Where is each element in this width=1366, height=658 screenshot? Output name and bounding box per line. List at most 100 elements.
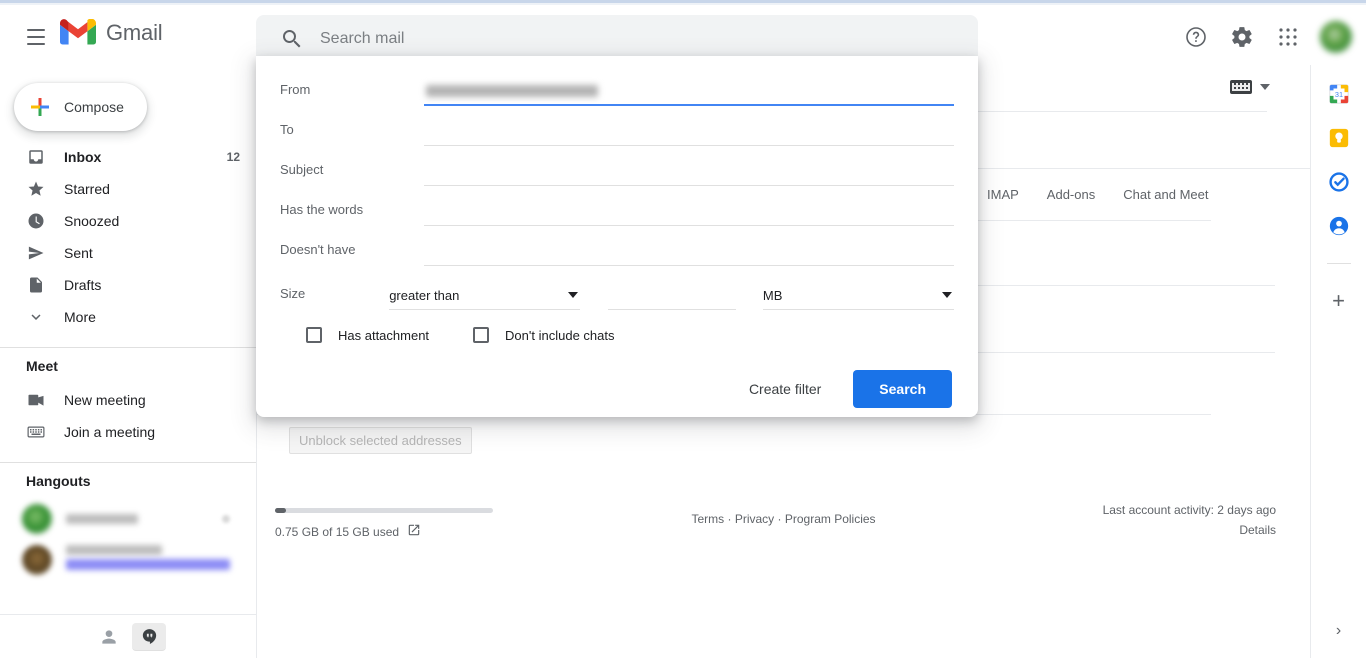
dont-include-chats-label: Don't include chats <box>505 327 615 343</box>
meet-section-title: Meet <box>26 358 58 374</box>
field-label-has-words: Has the words <box>280 202 364 217</box>
gmail-logo[interactable]: Gmail <box>60 19 163 47</box>
gear-icon[interactable] <box>1222 17 1262 57</box>
details-link[interactable]: Details <box>1103 520 1276 540</box>
chevron-down-icon <box>26 307 46 327</box>
search-field-row-has-words: Has the words <box>280 186 954 226</box>
field-label-doesnt-have: Doesn't have <box>280 242 356 257</box>
search-button[interactable]: Search <box>853 370 952 408</box>
hangouts-contact[interactable] <box>0 539 256 591</box>
sidebar-item-starred[interactable]: Starred <box>0 173 256 205</box>
google-keep-icon[interactable] <box>1328 127 1350 149</box>
dont-include-chats-checkbox[interactable]: Don't include chats <box>473 327 614 343</box>
expand-panel-icon[interactable]: › <box>1336 622 1341 640</box>
size-unit-select[interactable]: MB <box>762 282 954 310</box>
has-words-input[interactable] <box>424 203 954 226</box>
sidebar-item-snoozed[interactable]: Snoozed <box>0 205 256 237</box>
hangouts-section-title: Hangouts <box>26 473 91 489</box>
avatar[interactable] <box>1320 21 1352 53</box>
video-camera-icon <box>26 390 46 410</box>
sidebar-divider <box>0 347 256 348</box>
footer-sep: · <box>777 512 782 526</box>
hangouts-contact[interactable] <box>0 499 256 539</box>
privacy-link[interactable]: Privacy <box>735 512 774 526</box>
storage-usage-label: 0.75 GB of 15 GB used <box>275 524 400 539</box>
search-field-row-doesnt-have: Doesn't have <box>280 226 954 266</box>
subject-input[interactable] <box>424 163 954 186</box>
compose-button[interactable]: Compose <box>14 83 147 131</box>
sidebar-item-more[interactable]: More <box>0 301 256 333</box>
sidebar-item-label: Snoozed <box>64 213 120 229</box>
header-icon-group <box>1176 17 1352 57</box>
terms-link[interactable]: Terms <box>691 512 724 526</box>
program-policies-link[interactable]: Program Policies <box>785 512 876 526</box>
checkbox-box <box>306 327 322 343</box>
size-operator-select[interactable]: greater than <box>389 282 581 310</box>
apps-grid-icon[interactable] <box>1268 17 1308 57</box>
create-filter-button[interactable]: Create filter <box>739 373 831 405</box>
field-label-to: To <box>280 122 294 137</box>
from-value-redacted <box>426 85 598 97</box>
inbox-icon <box>26 147 46 167</box>
contact-name-redacted <box>66 545 162 555</box>
sidebar-item-join-meeting[interactable]: Join a meeting <box>0 416 256 448</box>
chevron-down-icon <box>568 292 579 298</box>
side-apps-rail: 31 + › <box>1310 65 1366 658</box>
field-label-subject: Subject <box>280 162 324 177</box>
google-contacts-icon[interactable] <box>1328 215 1350 237</box>
to-input[interactable] <box>424 123 954 146</box>
contact-status-dot <box>222 515 230 523</box>
clock-icon <box>26 211 46 231</box>
sidebar-item-new-meeting[interactable]: New meeting <box>0 384 256 416</box>
sidebar-item-sent[interactable]: Sent <box>0 237 256 269</box>
help-icon[interactable] <box>1176 17 1216 57</box>
size-unit-value: MB <box>762 288 783 303</box>
search-field-row-from: From <box>280 66 954 106</box>
field-input-wrap-has-words <box>424 202 954 226</box>
has-attachment-checkbox[interactable]: Has attachment <box>306 327 429 343</box>
contact-status-redacted <box>66 559 230 570</box>
field-input-wrap-doesnt-have <box>424 242 954 266</box>
sidebar-item-label: Sent <box>64 245 93 261</box>
field-input-wrap-from <box>424 81 954 106</box>
google-tasks-icon[interactable] <box>1328 171 1350 193</box>
field-input-wrap-subject <box>424 162 954 186</box>
search-field-row-subject: Subject <box>280 146 954 186</box>
tab-chat-and-meet[interactable]: Chat and Meet <box>1123 187 1208 202</box>
sidebar-item-label: Inbox <box>64 149 102 165</box>
left-sidebar: Compose Inbox 12 Starred Snoozed Sent Dr… <box>0 65 256 658</box>
account-activity-block: Last account activity: 2 days ago Detail… <box>1103 500 1276 540</box>
hangouts-icon[interactable] <box>132 622 166 651</box>
hamburger-icon[interactable] <box>20 21 52 53</box>
contact-name-redacted <box>66 514 138 524</box>
sidebar-item-label: Drafts <box>64 277 102 293</box>
add-app-icon[interactable]: + <box>1332 290 1345 312</box>
chevron-down-icon[interactable] <box>1260 84 1270 90</box>
contact-avatar <box>22 545 52 575</box>
doesnt-have-input[interactable] <box>424 243 954 266</box>
sidebar-item-label: More <box>64 309 96 325</box>
google-calendar-icon[interactable]: 31 <box>1328 83 1350 105</box>
sidebar-item-drafts[interactable]: Drafts <box>0 269 256 301</box>
search-input[interactable] <box>320 30 964 48</box>
inbox-unread-count: 12 <box>226 150 240 164</box>
tab-add-ons[interactable]: Add-ons <box>1047 187 1095 202</box>
field-input-wrap-to <box>424 122 954 146</box>
advanced-search-dialog: From To Subject Has the words Doesn't ha… <box>256 56 978 417</box>
has-attachment-label: Has attachment <box>338 327 430 343</box>
size-operator-value: greater than <box>389 288 460 303</box>
person-icon[interactable] <box>92 622 126 652</box>
keyboard-shortcut-icon <box>1230 80 1252 94</box>
tab-imap[interactable]: IMAP <box>987 187 1019 202</box>
draft-icon <box>26 275 46 295</box>
unblock-selected-addresses-button[interactable]: Unblock selected addresses <box>289 427 472 454</box>
rail-divider <box>1326 263 1351 264</box>
sidebar-item-inbox[interactable]: Inbox 12 <box>0 141 256 173</box>
size-amount-input[interactable] <box>607 282 736 310</box>
sidebar-bottom-bar <box>0 614 256 658</box>
gmail-brand-text: Gmail <box>106 20 163 45</box>
chevron-down-icon <box>941 292 952 298</box>
search-field-row-to: To <box>280 106 954 146</box>
keyboard-shortcut-row[interactable] <box>1230 80 1270 94</box>
sidebar-item-label: Starred <box>64 181 110 197</box>
